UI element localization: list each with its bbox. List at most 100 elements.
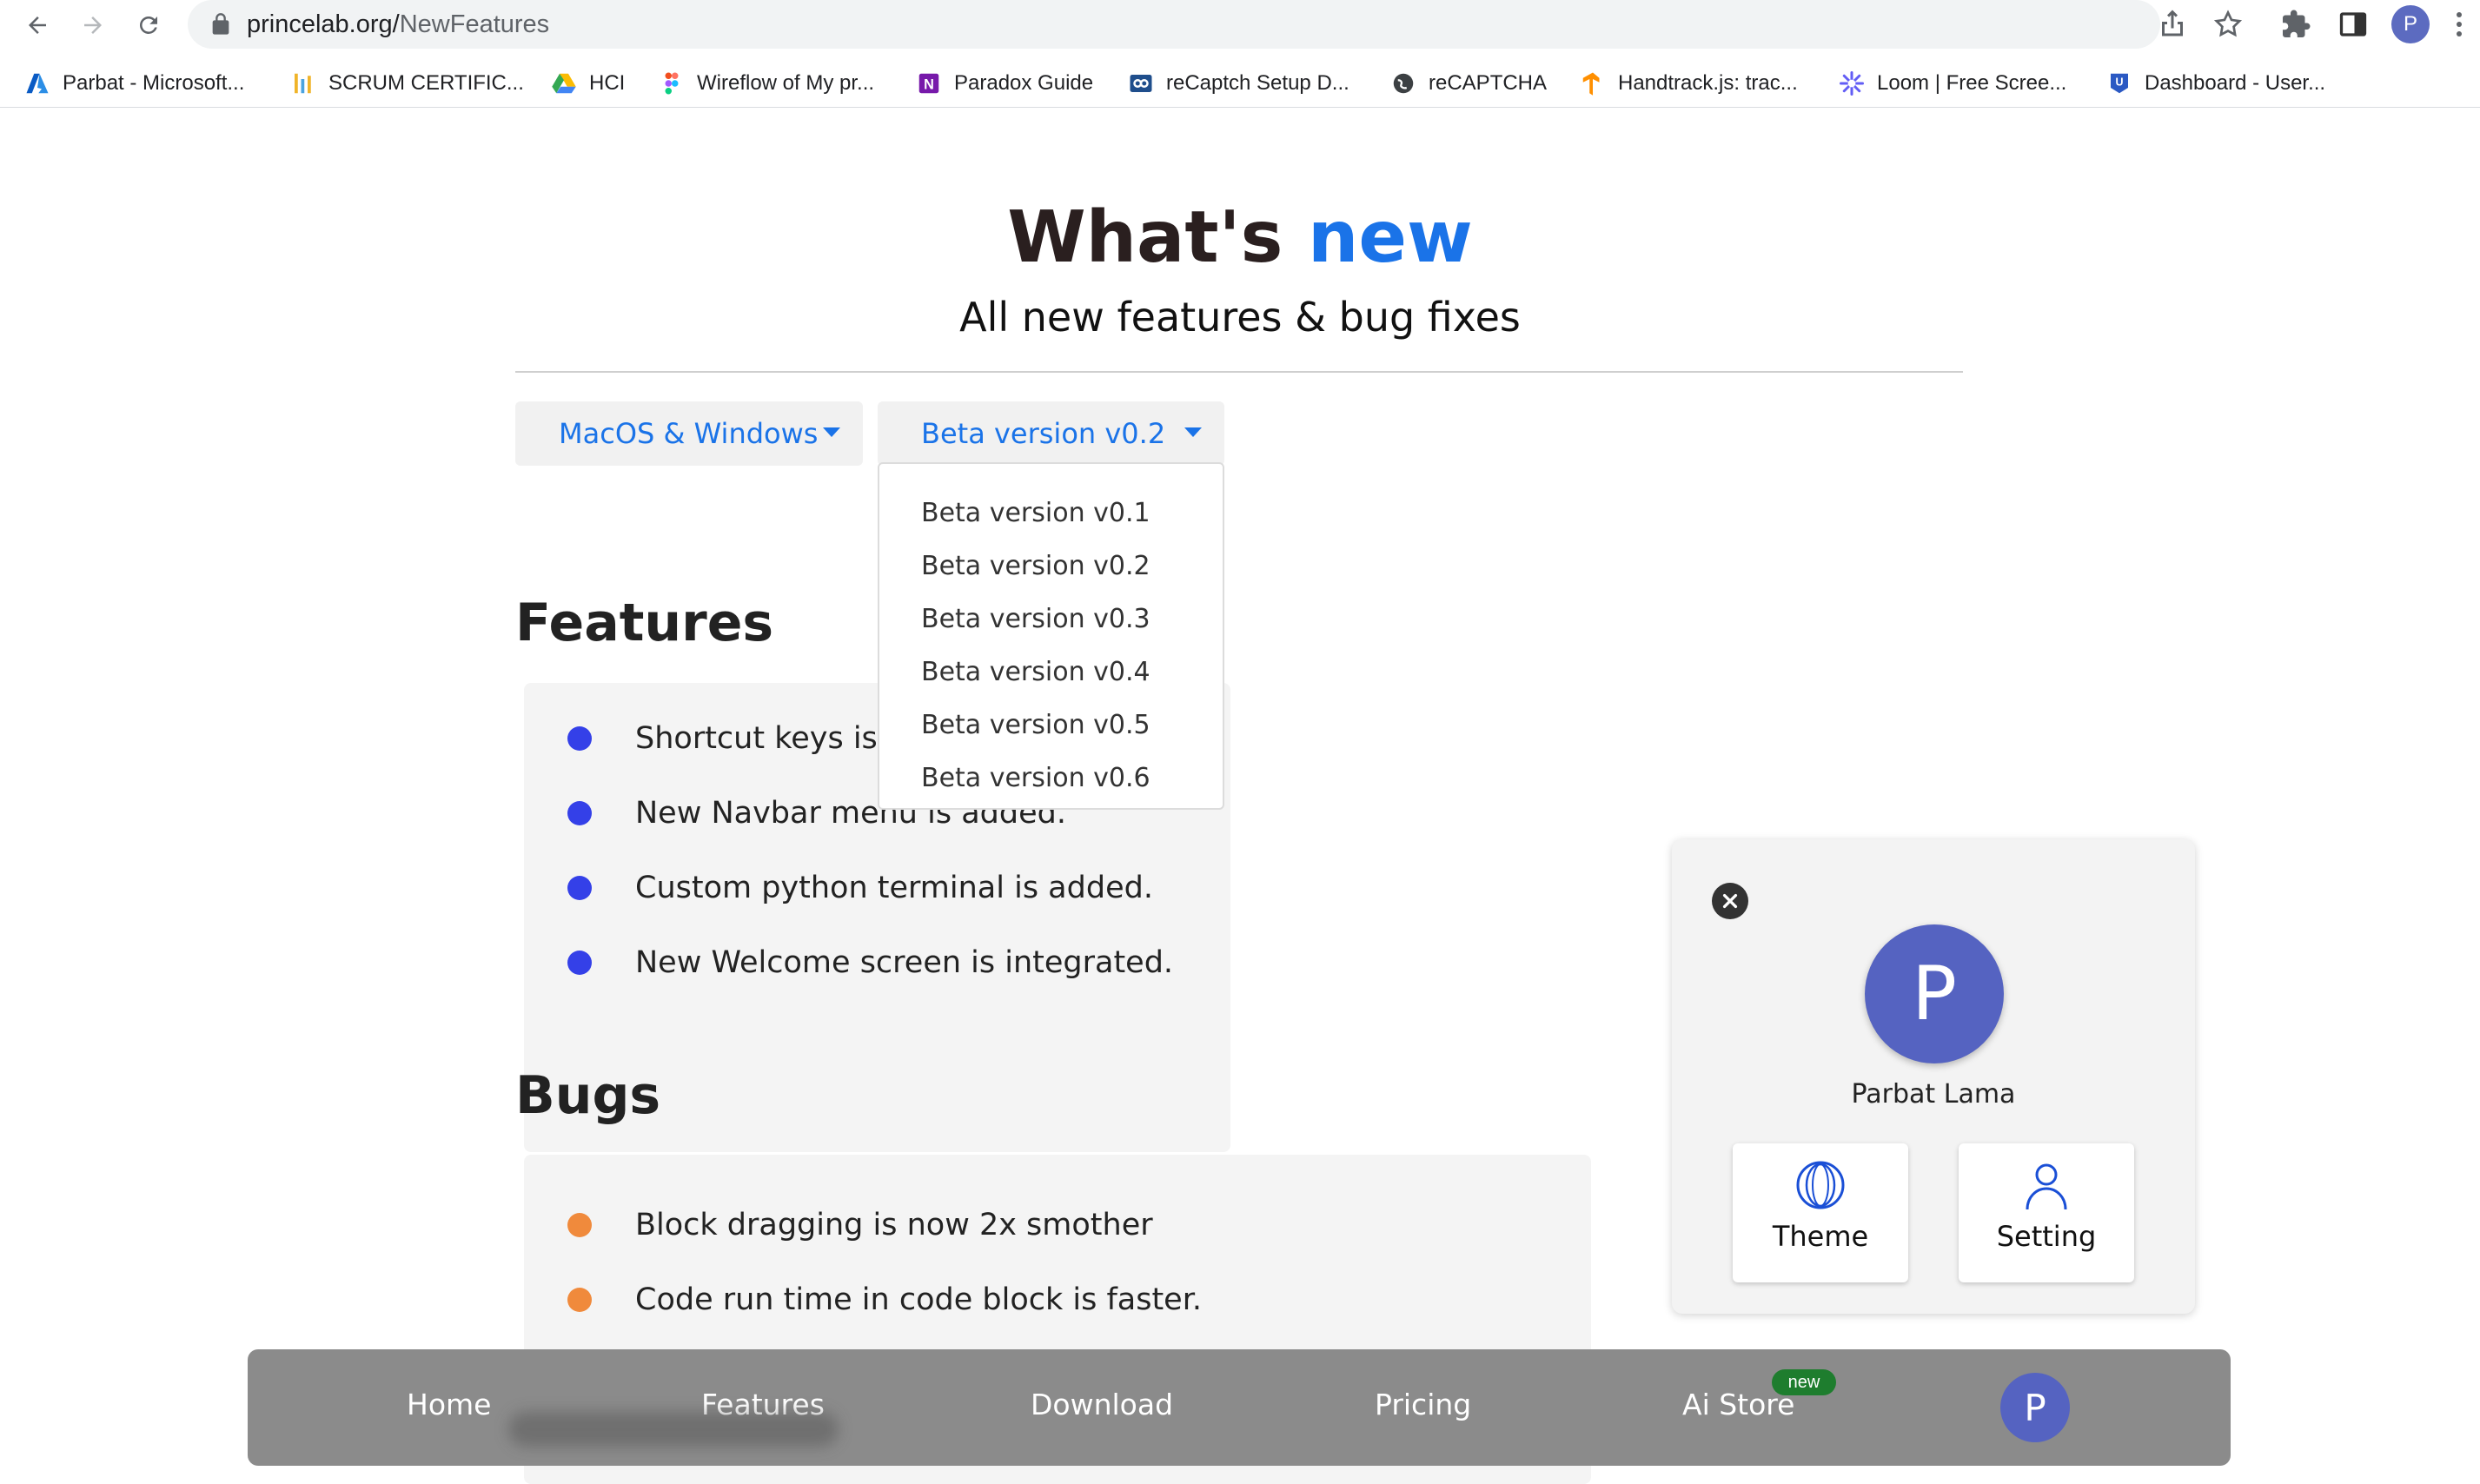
avatar: P xyxy=(1865,924,2004,1063)
bookmark-label: Dashboard - User... xyxy=(2145,71,2326,95)
bookmark-dashboard[interactable]: U Dashboard - User... xyxy=(2106,68,2325,99)
side-panel-icon xyxy=(2339,12,2367,36)
setting-button[interactable]: Setting xyxy=(1959,1143,2134,1282)
forward-button[interactable] xyxy=(75,7,111,43)
feature-text: Custom python terminal is added. xyxy=(635,871,1153,905)
bookmark-loom[interactable]: Loom | Free Scree... xyxy=(1839,68,2066,99)
divider xyxy=(515,371,1963,373)
profile-popover: P Parbat Lama Theme Setting xyxy=(1672,839,2195,1314)
theme-icon xyxy=(1796,1161,1845,1209)
theme-label: Theme xyxy=(1772,1220,1869,1253)
bookmark-label: Paradox Guide xyxy=(954,71,1094,95)
bookmark-wireflow[interactable]: Wireflow of My pr... xyxy=(659,68,874,99)
figma-icon xyxy=(659,70,685,96)
nav-item-pricing[interactable]: Pricing xyxy=(1375,1388,1471,1421)
version-option[interactable]: Beta version v0.6 xyxy=(879,752,1223,805)
bookmark-label: reCaptch Setup D... xyxy=(1166,71,1349,95)
bookmark-recaptcha[interactable]: reCAPTCHA xyxy=(1390,68,1547,99)
bookmark-star-button[interactable] xyxy=(2212,9,2244,40)
bookmark-hci[interactable]: HCI xyxy=(551,68,625,99)
bookmark-label: HCI xyxy=(589,71,626,95)
platform-dropdown[interactable]: MacOS & Windows xyxy=(515,401,863,466)
extensions-button[interactable] xyxy=(2280,9,2311,40)
bullet-dot xyxy=(567,801,592,825)
features-heading: Features xyxy=(515,593,774,653)
close-icon xyxy=(1722,893,1738,909)
svg-text:N: N xyxy=(924,76,934,92)
user-icon xyxy=(2026,1163,2067,1210)
caret-down-icon xyxy=(823,427,840,437)
back-button[interactable] xyxy=(19,7,56,43)
url-text: princelab.org/NewFeatures xyxy=(247,10,549,39)
tensorflow-icon xyxy=(1580,70,1606,96)
address-bar[interactable]: princelab.org/NewFeatures xyxy=(188,0,2243,49)
caret-down-icon xyxy=(1184,427,1202,437)
loom-icon xyxy=(1839,70,1865,96)
bullet-dot xyxy=(567,726,592,751)
bullet-dot xyxy=(567,876,592,900)
version-dropdown-menu: Beta version v0.1 Beta version v0.2 Beta… xyxy=(878,462,1224,810)
url-path: NewFeatures xyxy=(399,10,550,38)
profile-name: Parbat Lama xyxy=(1851,1079,2016,1110)
bookmark-label: Wireflow of My pr... xyxy=(697,71,875,95)
bookmark-recaptch-setup[interactable]: reCaptch Setup D... xyxy=(1128,68,1349,99)
browser-toolbar: princelab.org/NewFeatures P xyxy=(0,0,2480,50)
bugs-heading: Bugs xyxy=(515,1065,661,1126)
onenote-icon: N xyxy=(916,70,942,96)
bookmark-parbat-microsoft[interactable]: Parbat - Microsoft... xyxy=(24,68,244,99)
version-option[interactable]: Beta version v0.4 xyxy=(879,646,1223,699)
bug-text: Code run time in code block is faster. xyxy=(635,1282,1203,1317)
page-title: What's new xyxy=(0,196,2480,279)
page-subtitle: All new features & bug fixes xyxy=(959,294,1521,341)
puzzle-icon xyxy=(2283,10,2311,37)
new-badge: new xyxy=(1772,1369,1836,1395)
star-icon xyxy=(2213,10,2243,37)
bookmark-label: Loom | Free Scree... xyxy=(1877,71,2067,95)
reload-icon xyxy=(140,17,157,34)
browser-profile-avatar[interactable]: P xyxy=(2391,5,2430,43)
side-panel-button[interactable] xyxy=(2337,9,2369,40)
setting-label: Setting xyxy=(1996,1220,2097,1253)
version-dropdown[interactable]: Beta version v0.2 xyxy=(878,401,1224,466)
nav-item-home[interactable]: Home xyxy=(407,1388,491,1421)
bookmark-label: reCAPTCHA xyxy=(1429,71,1548,95)
browser-menu-button[interactable] xyxy=(2452,7,2466,42)
blurred-text-artifact xyxy=(508,1412,839,1447)
version-option[interactable]: Beta version v0.5 xyxy=(879,699,1223,752)
feature-text: New Welcome screen is integrated. xyxy=(635,945,1174,980)
share-button[interactable] xyxy=(2157,9,2188,40)
dashboard-icon: U xyxy=(2106,70,2132,96)
theme-button[interactable]: Theme xyxy=(1733,1143,1908,1282)
version-dropdown-label: Beta version v0.2 xyxy=(921,417,1166,450)
google-drive-icon xyxy=(551,70,577,96)
bookmark-paradox-guide[interactable]: N Paradox Guide xyxy=(916,68,1093,99)
bottom-nav-bar: Home Features Download Pricing Ai Store … xyxy=(248,1349,2231,1466)
feature-text: Shortcut keys is a xyxy=(635,721,906,756)
reload-button[interactable] xyxy=(130,7,167,43)
version-option[interactable]: Beta version v0.3 xyxy=(879,593,1223,646)
version-option[interactable]: Beta version v0.1 xyxy=(879,487,1223,540)
bookmark-handtrack[interactable]: Handtrack.js: trac... xyxy=(1580,68,1798,99)
close-button[interactable] xyxy=(1712,883,1748,919)
nav-item-download[interactable]: Download xyxy=(1031,1388,1173,1421)
forward-arrow-icon xyxy=(84,17,102,34)
bug-text: Block dragging is now 2x smother xyxy=(635,1208,1153,1242)
lock-icon xyxy=(212,13,229,35)
back-arrow-icon xyxy=(29,17,46,34)
bookmark-scrum[interactable]: SCRUM CERTIFIC... xyxy=(290,68,524,99)
nav-avatar[interactable]: P xyxy=(2000,1373,2070,1442)
version-option[interactable]: Beta version v0.2 xyxy=(879,540,1223,593)
svg-text:U: U xyxy=(2115,76,2123,89)
bookmark-label: Handtrack.js: trac... xyxy=(1618,71,1798,95)
bookmarks-bar: Parbat - Microsoft... SCRUM CERTIFIC... … xyxy=(0,61,2480,108)
platform-dropdown-label: MacOS & Windows xyxy=(559,417,819,450)
globe-icon xyxy=(1390,70,1416,96)
recaptcha-setup-icon xyxy=(1128,70,1154,96)
azure-icon xyxy=(24,70,50,96)
scrum-icon xyxy=(290,70,316,96)
bookmark-label: Parbat - Microsoft... xyxy=(63,71,245,95)
share-icon xyxy=(2162,10,2183,36)
url-host: princelab.org/ xyxy=(247,10,400,38)
title-accent: new xyxy=(1308,196,1473,279)
page-content: What's new All new features & bug fixes … xyxy=(0,109,2480,1484)
